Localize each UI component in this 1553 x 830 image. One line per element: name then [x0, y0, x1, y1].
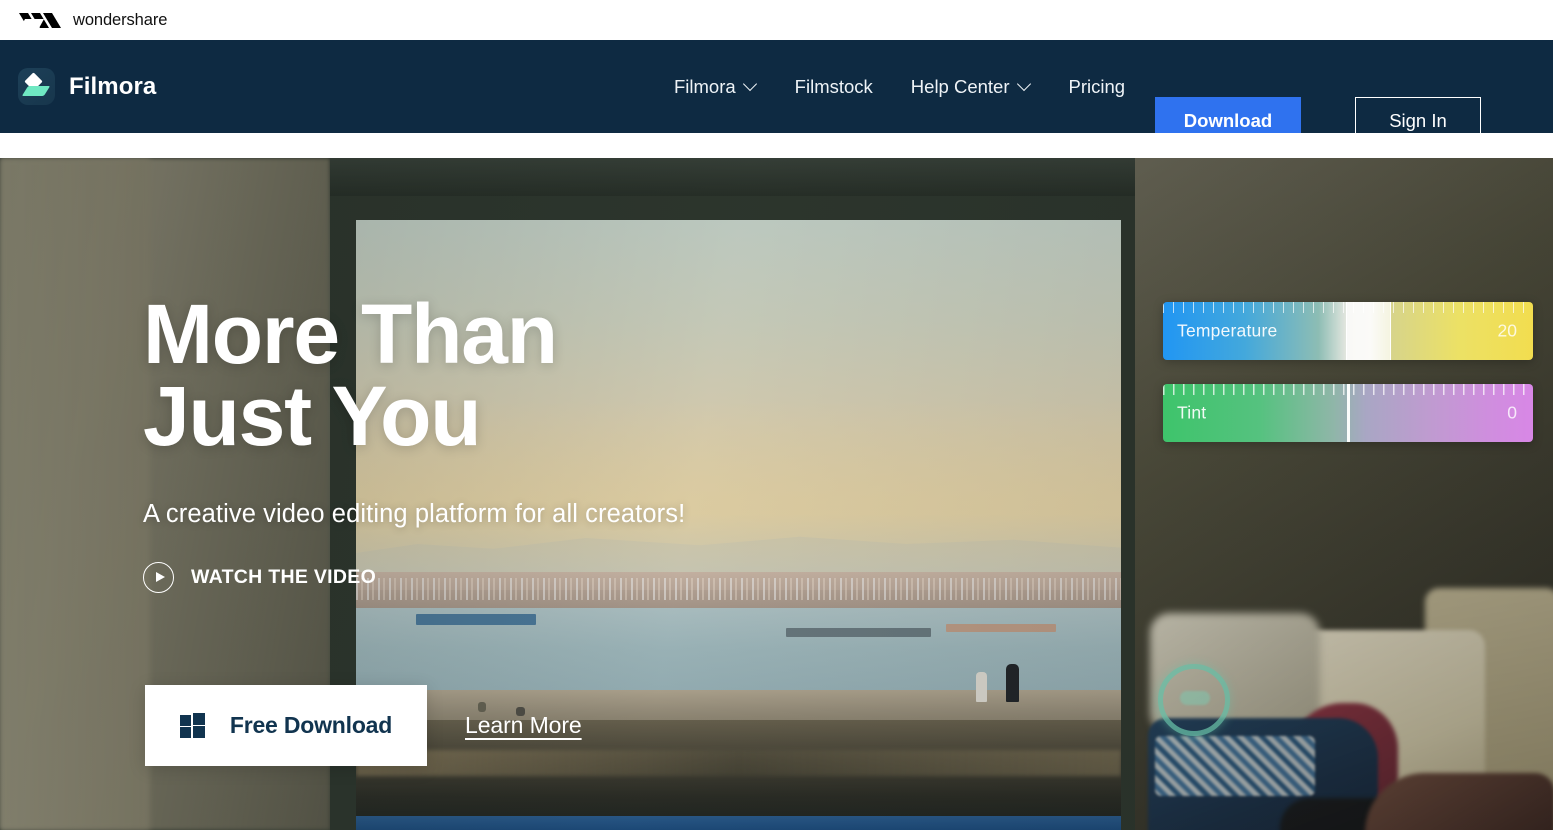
play-circle-icon: [143, 561, 174, 593]
tint-slider-value: 0: [1507, 402, 1517, 423]
tint-slider[interactable]: Tint 0: [1163, 384, 1533, 442]
free-download-button[interactable]: Free Download: [145, 685, 427, 766]
filmora-logo-icon: [18, 68, 55, 105]
hero-copy: More Than Just You A creative video edit…: [143, 292, 686, 593]
tint-slider-handle[interactable]: [1347, 384, 1350, 442]
nav-item-help-center[interactable]: Help Center: [892, 76, 1050, 98]
nav-item-filmstock-label: Filmstock: [794, 75, 873, 97]
nav-item-pricing-label: Pricing: [1068, 75, 1126, 97]
wondershare-logo[interactable]: wondershare: [18, 10, 167, 30]
watch-the-video-label: WATCH THE VIDEO: [191, 565, 377, 588]
nav-item-filmora-label: Filmora: [674, 75, 736, 97]
wondershare-w-mark: [18, 10, 62, 30]
nav-item-pricing[interactable]: Pricing: [1050, 76, 1145, 98]
content-gap: [0, 133, 1553, 158]
chevron-down-icon: [745, 79, 757, 91]
temperature-slider-label: Temperature: [1177, 320, 1278, 341]
nav-item-filmstock[interactable]: Filmstock: [776, 76, 892, 98]
nav-links: Filmora Filmstock Help Center Pricing: [655, 40, 1144, 133]
nav-item-help-center-label: Help Center: [910, 75, 1010, 97]
filmora-brand-text: Filmora: [69, 72, 157, 100]
filmora-brand[interactable]: Filmora: [18, 68, 156, 105]
hero-cta-row: Free Download Learn More: [145, 685, 582, 766]
page-root: wondershare Filmora Filmora Filmstock He…: [0, 0, 1553, 830]
free-download-label: Free Download: [229, 712, 393, 738]
hero-subheadline: A creative video editing platform for al…: [143, 499, 686, 528]
color-sliders-overlay: Temperature 20 Tint 0: [1163, 302, 1533, 466]
main-navigation: Filmora Filmora Filmstock Help Center Pr…: [0, 40, 1553, 144]
page-title: More Than Just You: [143, 292, 685, 464]
hero-section: More Than Just You A creative video edit…: [0, 158, 1553, 830]
temperature-slider[interactable]: Temperature 20: [1163, 302, 1533, 360]
temperature-slider-value: 20: [1497, 320, 1517, 341]
wondershare-brand-text: wondershare: [73, 10, 168, 29]
nav-item-filmora[interactable]: Filmora: [655, 76, 776, 98]
chevron-down-icon: [1019, 79, 1031, 91]
headline-line-1: More Than: [143, 287, 558, 381]
learn-more-link[interactable]: Learn More: [465, 712, 582, 739]
watch-the-video-button[interactable]: WATCH THE VIDEO: [143, 561, 377, 593]
wondershare-topbar: wondershare: [0, 0, 1553, 40]
windows-icon: [179, 713, 205, 738]
tint-slider-label: Tint: [1177, 402, 1207, 423]
headline-line-2: Just You: [143, 369, 482, 464]
temperature-slider-handle[interactable]: [1346, 302, 1391, 360]
